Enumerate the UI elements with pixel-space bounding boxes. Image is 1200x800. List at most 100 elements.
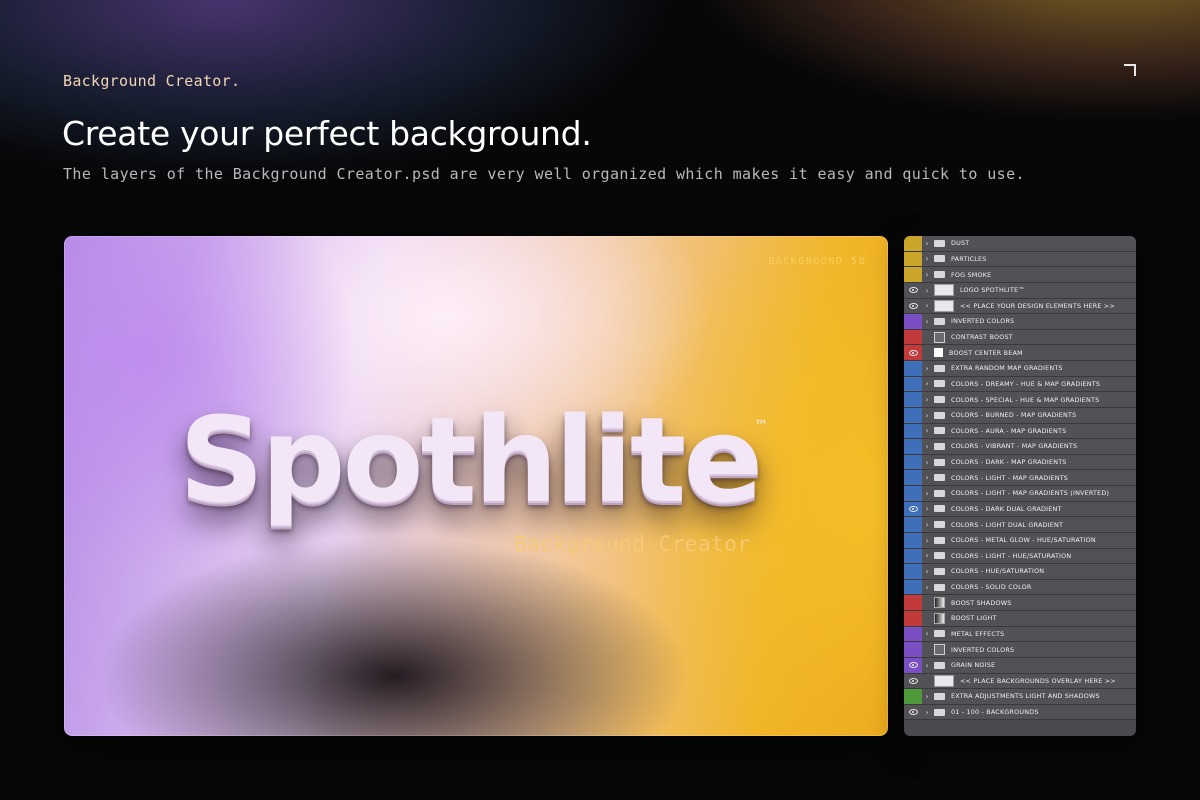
layer-row[interactable]: › COLORS - DREAMY - HUE & MAP GRADIENTS xyxy=(904,376,1136,393)
visibility-eye-icon[interactable] xyxy=(904,299,922,314)
layer-row[interactable]: › EXTRA ADJUSTMENTS LIGHT AND SHADOWS xyxy=(904,689,1136,705)
layer-row[interactable]: › COLORS - HUE/SATURATION xyxy=(904,564,1136,580)
layer-row[interactable]: › << PLACE YOUR DESIGN ELEMENTS HERE >> xyxy=(904,298,1136,315)
chevron-right-icon[interactable]: › xyxy=(922,536,932,545)
chevron-right-icon[interactable]: › xyxy=(922,661,932,670)
visibility-toggle[interactable] xyxy=(904,689,922,704)
chevron-right-icon[interactable]: › xyxy=(922,489,932,498)
layer-row[interactable]: › 01 - 100 - BACKGROUNDS xyxy=(904,704,1136,721)
chevron-right-icon[interactable]: › xyxy=(922,395,932,404)
layer-row[interactable]: › EXTRA RANDOM MAP GRADIENTS xyxy=(904,361,1136,377)
layer-name: COLORS - LIGHT - MAP GRADIENTS (INVERTED… xyxy=(951,489,1110,498)
layer-thumbnail xyxy=(934,299,954,312)
chevron-right-icon[interactable]: › xyxy=(922,254,932,263)
layer-row[interactable]: BOOST LIGHT xyxy=(904,611,1136,627)
layer-row[interactable]: << PLACE BACKGROUNDS OVERLAY HERE >> xyxy=(904,673,1136,690)
chevron-right-icon[interactable]: › xyxy=(922,239,932,248)
visibility-toggle[interactable] xyxy=(904,595,922,610)
layer-row[interactable]: › COLORS - BURNED - MAP GRADIENTS xyxy=(904,407,1136,424)
folder-icon xyxy=(934,411,945,419)
layer-row[interactable]: › COLORS - AURA - MAP GRADIENTS xyxy=(904,423,1136,440)
visibility-toggle[interactable] xyxy=(904,329,922,345)
visibility-toggle[interactable] xyxy=(904,626,922,642)
chevron-right-icon[interactable]: › xyxy=(922,583,932,592)
folder-icon xyxy=(934,567,945,575)
layer-row[interactable]: › COLORS - LIGHT DUAL GRADIENT xyxy=(904,517,1136,533)
layer-row[interactable]: › DUST xyxy=(904,236,1136,252)
layer-row[interactable]: › COLORS - SPECIAL - HUE & MAP GRADIENTS xyxy=(904,392,1136,408)
visibility-toggle[interactable] xyxy=(904,548,922,564)
chevron-right-icon[interactable]: › xyxy=(922,317,932,326)
layer-row[interactable]: › COLORS - LIGHT - HUE/SATURATION xyxy=(904,548,1136,565)
chevron-right-icon[interactable]: › xyxy=(922,301,932,310)
chevron-right-icon[interactable]: › xyxy=(922,458,932,467)
layer-row[interactable]: › COLORS - VIBRANT - MAP GRADIENTS xyxy=(904,439,1136,455)
visibility-eye-icon[interactable] xyxy=(904,345,922,360)
chevron-right-icon[interactable]: › xyxy=(922,270,932,279)
layer-row[interactable]: › PARTICLES xyxy=(904,251,1136,268)
layer-name: GRAIN NOISE xyxy=(951,661,996,670)
logo-wordmark: Spothlite xyxy=(179,391,763,529)
visibility-toggle[interactable] xyxy=(904,407,922,423)
chevron-right-icon[interactable]: › xyxy=(922,692,932,701)
layers-panel: › DUST › PARTICLES › FOG SMOKE › LOGO SPOTHLITE… xyxy=(904,236,1136,736)
layer-row[interactable]: › COLORS - SOLID COLOR xyxy=(904,579,1136,596)
chevron-right-icon[interactable]: › xyxy=(922,379,932,388)
visibility-eye-icon[interactable] xyxy=(904,705,922,720)
chevron-right-icon[interactable]: › xyxy=(922,567,932,576)
layer-row[interactable]: › GRAIN NOISE xyxy=(904,657,1136,674)
visibility-eye-icon[interactable] xyxy=(904,657,922,673)
chevron-right-icon[interactable]: › xyxy=(922,629,932,638)
chevron-right-icon[interactable]: › xyxy=(922,286,932,295)
visibility-eye-icon[interactable] xyxy=(904,501,922,517)
visibility-toggle[interactable] xyxy=(904,517,922,532)
chevron-right-icon[interactable]: › xyxy=(922,504,932,513)
folder-icon xyxy=(934,708,945,716)
adjustment-layer-icon xyxy=(934,331,945,343)
visibility-toggle[interactable] xyxy=(904,376,922,392)
layer-row[interactable]: › COLORS - DARK - MAP GRADIENTS xyxy=(904,454,1136,471)
layer-thumbnail xyxy=(934,612,945,624)
visibility-toggle[interactable] xyxy=(904,470,922,485)
visibility-toggle[interactable] xyxy=(904,642,922,657)
visibility-toggle[interactable] xyxy=(904,564,922,579)
visibility-toggle[interactable] xyxy=(904,361,922,376)
chevron-right-icon[interactable]: › xyxy=(922,411,932,420)
visibility-toggle[interactable] xyxy=(904,392,922,407)
visibility-toggle[interactable] xyxy=(904,439,922,454)
visibility-eye-icon[interactable] xyxy=(904,674,922,689)
visibility-toggle[interactable] xyxy=(904,579,922,595)
layer-row[interactable]: INVERTED COLORS xyxy=(904,642,1136,658)
visibility-toggle[interactable] xyxy=(904,486,922,501)
chevron-right-icon[interactable]: › xyxy=(922,364,932,373)
visibility-toggle[interactable] xyxy=(904,236,922,251)
chevron-right-icon[interactable]: › xyxy=(922,708,932,717)
layer-row[interactable]: › METAL EFFECTS xyxy=(904,626,1136,643)
visibility-toggle[interactable] xyxy=(904,267,922,282)
visibility-toggle[interactable] xyxy=(904,454,922,470)
chevron-right-icon[interactable]: › xyxy=(922,520,932,529)
layer-row[interactable]: › COLORS - METAL GLOW - HUE/SATURATION xyxy=(904,532,1136,549)
visibility-toggle[interactable] xyxy=(904,314,922,329)
layer-row[interactable]: › LOGO SPOTHLITE™ xyxy=(904,282,1136,299)
layer-row[interactable]: CONTRAST BOOST xyxy=(904,329,1136,346)
visibility-toggle[interactable] xyxy=(904,532,922,548)
layer-row[interactable]: › COLORS - LIGHT - MAP GRADIENTS (INVERTE… xyxy=(904,486,1136,502)
visibility-toggle[interactable] xyxy=(904,423,922,439)
layer-row[interactable]: › COLORS - LIGHT - MAP GRADIENTS xyxy=(904,470,1136,486)
folder-icon xyxy=(934,583,945,591)
layer-row[interactable]: › FOG SMOKE xyxy=(904,267,1136,283)
layer-row[interactable]: BOOST SHADOWS xyxy=(904,595,1136,611)
chevron-right-icon[interactable]: › xyxy=(922,473,932,482)
chevron-right-icon[interactable]: › xyxy=(922,426,932,435)
layer-name: COLORS - SPECIAL - HUE & MAP GRADIENTS xyxy=(951,395,1100,404)
layer-row[interactable]: BOOST CENTER BEAM xyxy=(904,345,1136,361)
layer-row[interactable]: › INVERTED COLORS xyxy=(904,314,1136,330)
chevron-right-icon[interactable]: › xyxy=(922,551,932,560)
visibility-eye-icon[interactable] xyxy=(904,283,922,298)
layer-row[interactable]: › COLORS - DARK DUAL GRADIENT xyxy=(904,501,1136,518)
folder-icon xyxy=(934,474,945,482)
visibility-toggle[interactable] xyxy=(904,251,922,267)
chevron-right-icon[interactable]: › xyxy=(922,442,932,451)
visibility-toggle[interactable] xyxy=(904,611,922,626)
